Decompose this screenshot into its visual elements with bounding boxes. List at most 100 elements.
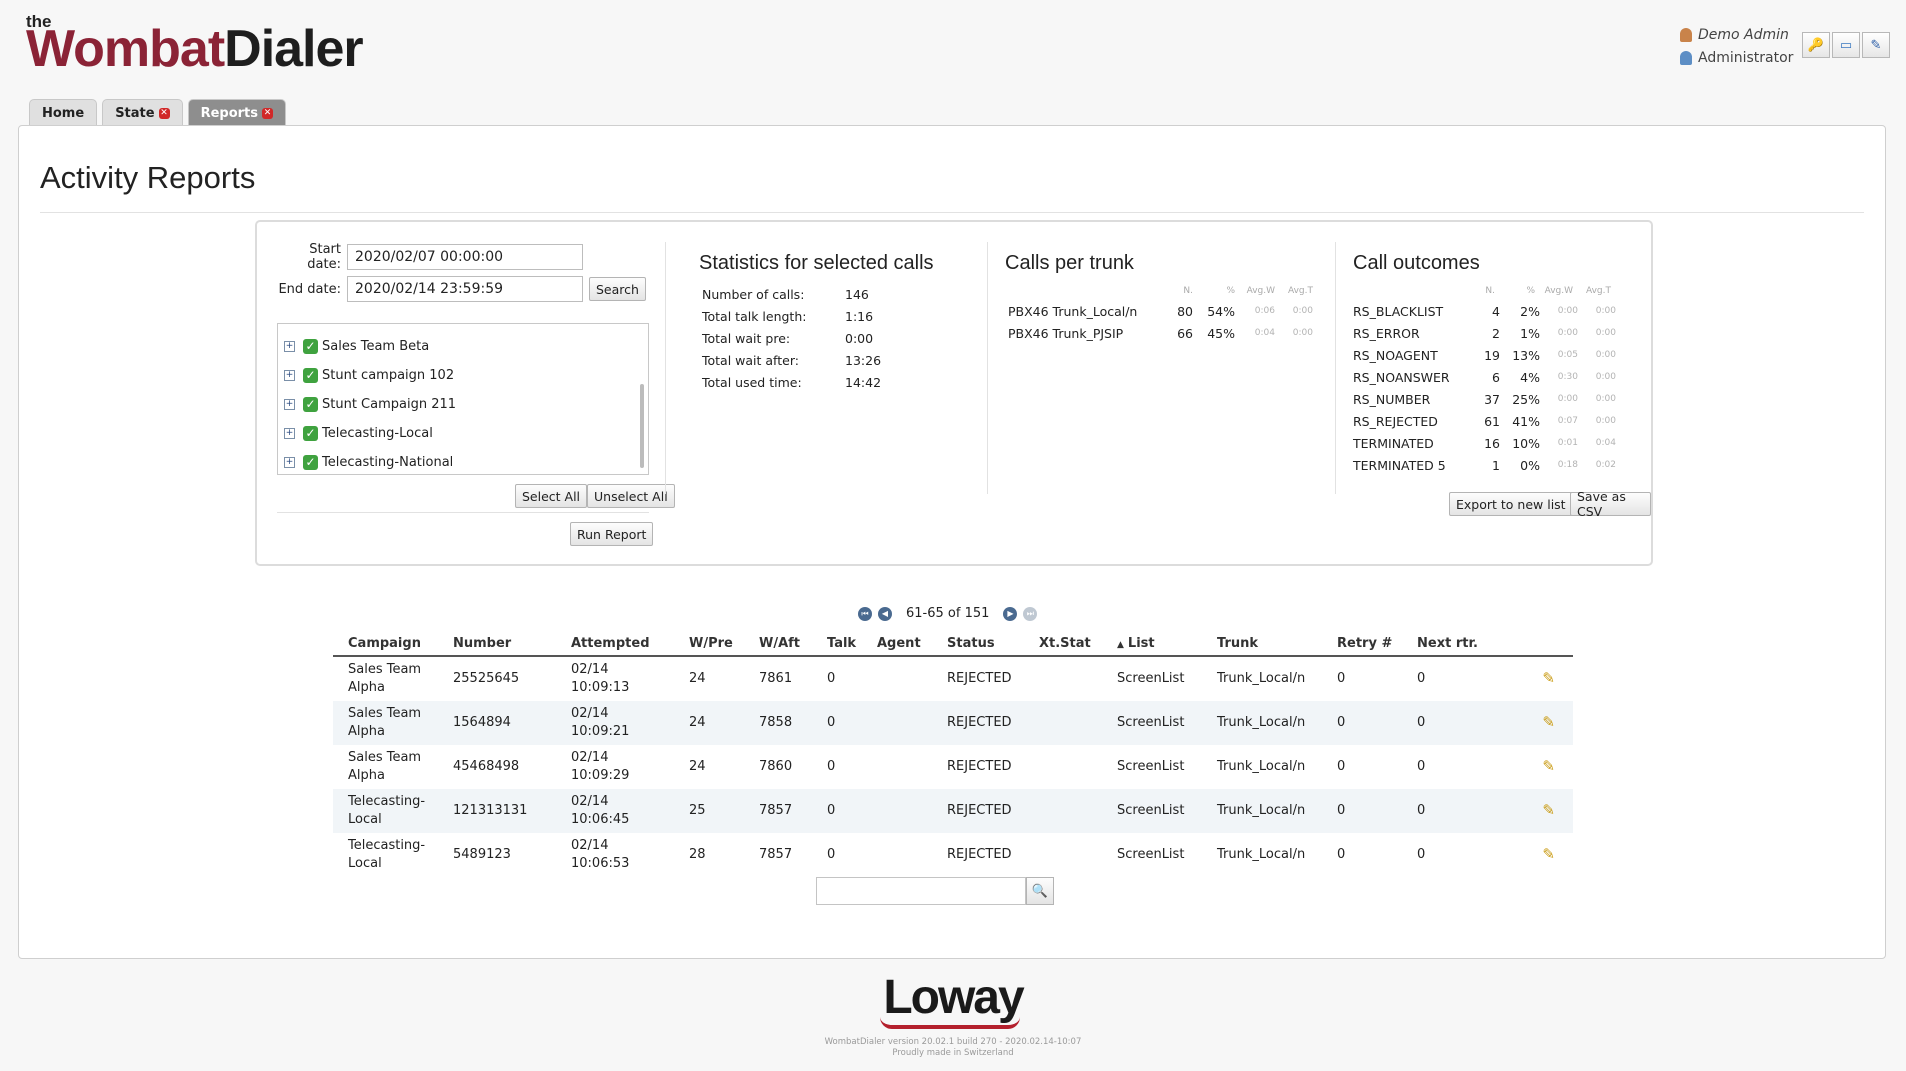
column-header-status[interactable]: Status [932,635,1024,653]
trunk-row: PBX46 Trunk_PJSIP 66 45% 0:04 0:00 [1008,322,1313,344]
checkbox-checked-icon[interactable]: ✓ [303,396,318,412]
cell-number: 1564894 [453,715,511,730]
cell-wpre: 25 [689,803,706,818]
expand-icon[interactable]: + [284,369,295,381]
trunks-title: Calls per trunk [1005,252,1134,274]
outcome-avgt: 0:00 [1595,394,1616,404]
checkbox-checked-icon[interactable]: ✓ [303,425,318,441]
table-row[interactable]: Sales Team Alpha 1564894 02/14 10:09:21 24 78… [333,701,1573,745]
column-header-label: Talk [827,636,857,651]
checkbox-checked-icon[interactable]: ✓ [303,367,318,383]
checkbox-checked-icon[interactable]: ✓ [303,454,318,470]
expand-icon[interactable]: + [284,340,295,352]
cell-number: 5489123 [453,847,511,862]
pencil-icon[interactable]: ✎ [1542,713,1555,731]
outcome-avgt: 0:00 [1595,306,1616,316]
column-header-retry[interactable]: Retry # [1322,635,1402,653]
next-page-icon[interactable]: ▶ [1003,606,1018,621]
column-header-number[interactable]: Number [438,635,556,653]
column-header-talk[interactable]: Talk [812,635,862,653]
tab-home[interactable]: Home [29,99,98,126]
pencil-icon[interactable]: ✎ [1542,757,1555,775]
campaign-tree[interactable]: + ✓ Sales Team Beta + ✓ Stunt campaign 102 +… [277,323,649,475]
checkbox-checked-icon[interactable]: ✓ [303,338,318,354]
page-title: Activity Reports [40,160,256,195]
campaign-scrollbar[interactable] [640,384,644,468]
row-edit-cell: ✎ [1492,713,1573,733]
campaign-item[interactable]: + ✓ Stunt Campaign 211 [284,393,456,415]
cell-retry: 0 [1337,759,1346,774]
stat-key: Total wait after: [702,352,799,368]
column-header-trunk[interactable]: Trunk [1202,635,1322,653]
expand-icon[interactable]: + [284,456,295,468]
unselect-all-button[interactable]: Unselect All [587,484,675,508]
start-date-label: Start date: [307,242,341,272]
cell-next: 0 [1417,803,1426,818]
cell-status: REJECTED [947,715,1012,730]
calls-table-body: Sales Team Alpha 25525645 02/14 10:09:13 24 7… [333,657,1573,877]
column-header-next-rtr[interactable]: Next rtr. [1402,635,1492,653]
end-date-input[interactable]: 2020/02/14 23:59:59 [347,276,583,302]
select-all-button[interactable]: Select All [515,484,588,508]
first-page-icon[interactable]: ⏮ [858,606,872,621]
table-search: 🔍 [816,877,1054,905]
key-icon: 🔑 [1807,37,1825,53]
table-search-input[interactable] [816,877,1026,905]
pencil-icon[interactable]: ✎ [1542,845,1555,863]
prev-page-icon[interactable]: ◀ [878,606,892,621]
close-tab-icon[interactable]: ✕ [262,107,274,119]
export-list-button[interactable]: Export to new list [1449,492,1573,516]
outcome-avgw: 0:30 [1557,372,1578,382]
trunk-name: PBX46 Trunk_Local/n [1008,303,1138,319]
pencil-icon[interactable]: ✎ [1542,669,1555,687]
cell-next: 0 [1417,715,1426,730]
column-header-w-pre[interactable]: W/Pre [674,635,744,653]
pencil-icon[interactable]: ✎ [1542,801,1555,819]
campaign-item[interactable]: + ✓ Sales Team Beta [284,335,429,357]
close-tab-icon[interactable]: ✕ [158,107,170,119]
key-button[interactable]: 🔑 [1802,32,1830,58]
column-header-list[interactable]: ▲ List [1102,635,1202,654]
table-row[interactable]: Sales Team Alpha 25525645 02/14 10:09:13 24 7… [333,657,1573,701]
cell-list: ScreenList [1117,847,1185,862]
cell-talk: 0 [827,715,836,730]
cell-trunk: Trunk_Local/n [1217,847,1306,862]
stat-value: 1:16 [845,308,874,324]
table-row[interactable]: Telecasting-Local 5489123 02/14 10:06:53 28 7… [333,833,1573,877]
table-row[interactable]: Telecasting-Local 121313131 02/14 10:06:45 2… [333,789,1573,833]
campaign-item[interactable]: + ✓ Stunt campaign 102 [284,364,454,386]
stats-row: Total wait after: 13:26 [702,349,881,371]
tab-state[interactable]: State ✕ [102,99,183,126]
table-search-button[interactable]: 🔍 [1026,877,1054,905]
expand-icon[interactable]: + [284,398,295,410]
column-header-attempted[interactable]: Attempted [556,635,674,653]
save-csv-button[interactable]: Save as CSV [1570,489,1651,519]
column-header-campaign[interactable]: Campaign [333,635,438,653]
outcome-name: RS_REJECTED [1353,413,1438,429]
last-page-icon[interactable]: ⏭ [1023,606,1038,621]
column-header-xt-stat[interactable]: Xt.Stat [1024,635,1102,653]
cell-list: ScreenList [1117,803,1185,818]
table-row[interactable]: Sales Team Alpha 45468498 02/14 10:09:29 24 7… [333,745,1573,789]
column-header-label: Xt.Stat [1039,636,1091,651]
campaign-item[interactable]: + ✓ Telecasting-Local [284,422,433,444]
outcome-n: 37 [1484,391,1500,407]
cell-number: 121313131 [453,803,528,818]
column-header-agent[interactable]: Agent [862,635,932,653]
run-report-button[interactable]: Run Report [570,522,654,546]
attempted-date: 02/14 [571,794,609,809]
expand-icon[interactable]: + [284,427,295,439]
search-button[interactable]: Search [589,277,646,301]
tab-reports[interactable]: Reports ✕ [187,99,287,126]
campaign-item[interactable]: + ✓ Telecasting-National [284,451,453,473]
column-header-label: W/Pre [689,636,733,651]
start-date-input[interactable]: 2020/02/07 00:00:00 [347,244,583,270]
stat-value: 13:26 [845,352,882,368]
column-header-w-aft[interactable]: W/Aft [744,635,812,653]
window-button[interactable]: ▭ [1832,32,1860,58]
attempted-time: 10:06:45 [571,812,630,827]
cell-campaign: Telecasting-Local [348,838,426,871]
cell-waft: 7857 [759,803,793,818]
edit-button[interactable]: ✎ [1862,32,1890,58]
outcome-pct: 13% [1512,347,1540,363]
